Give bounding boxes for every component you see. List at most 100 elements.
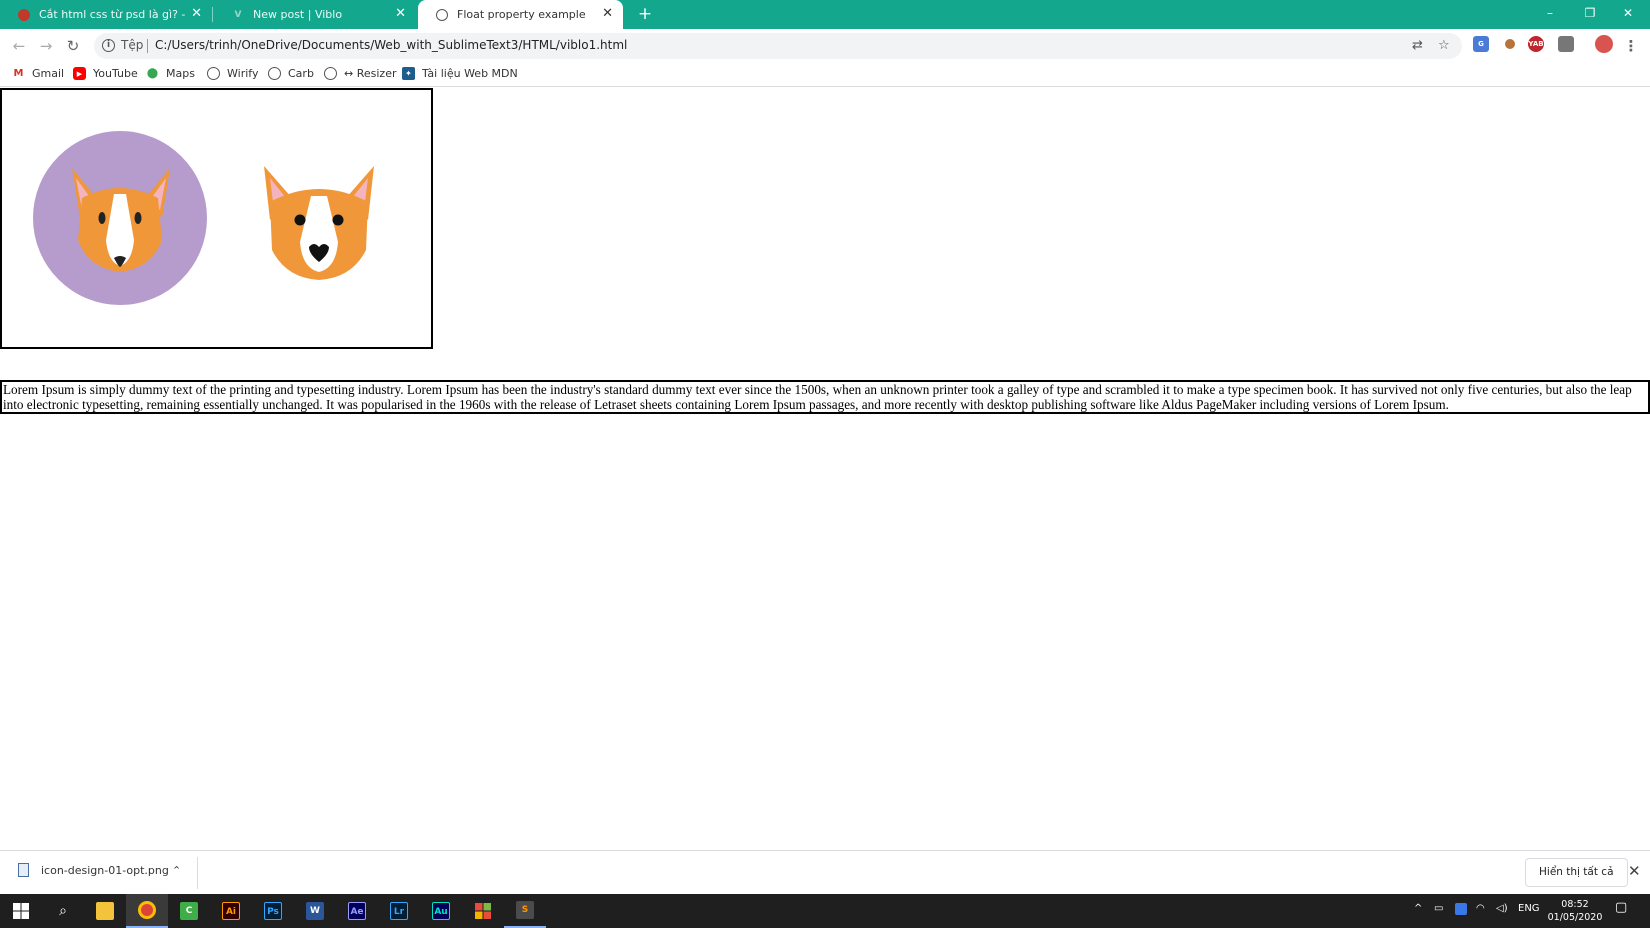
chevron-up-icon[interactable]: ⌃ bbox=[172, 864, 181, 877]
taskbar-app-sublime-text[interactable]: S bbox=[504, 894, 546, 928]
corgi-circle-icon bbox=[33, 131, 207, 305]
taskbar-app-chrome[interactable] bbox=[126, 894, 168, 928]
photoshop-icon: Ps bbox=[264, 902, 282, 920]
download-divider bbox=[197, 857, 198, 889]
bookmark-mdn[interactable]: ✦ Tài liệu Web MDN bbox=[402, 67, 518, 80]
lorem-paragraph: Lorem Ipsum is simply dummy text of the … bbox=[0, 380, 1650, 414]
bookmark-label: Carb bbox=[288, 67, 314, 80]
office-icon bbox=[475, 903, 491, 919]
download-item[interactable]: icon-design-01-opt.png bbox=[18, 863, 169, 877]
taskbar-app-word[interactable]: W bbox=[294, 894, 336, 928]
viblo-favicon-icon: V bbox=[234, 9, 242, 20]
bookmark-label: YouTube bbox=[93, 67, 138, 80]
omnibox-divider bbox=[147, 39, 148, 53]
taskbar-app-audition[interactable]: Au bbox=[420, 894, 462, 928]
after-effects-icon: Ae bbox=[348, 902, 366, 920]
reload-button[interactable]: ↻ bbox=[62, 35, 84, 57]
extension-icon[interactable] bbox=[1505, 39, 1515, 49]
word-icon: W bbox=[306, 902, 324, 920]
maximize-button[interactable]: ❐ bbox=[1572, 3, 1608, 23]
new-tab-button[interactable]: + bbox=[636, 5, 654, 23]
close-tab-icon[interactable]: ✕ bbox=[191, 7, 202, 21]
bookmark-label: Wirify bbox=[227, 67, 259, 80]
bookmark-youtube[interactable]: ▶ YouTube bbox=[73, 67, 138, 80]
search-icon: ⌕ bbox=[59, 903, 67, 919]
illustrator-icon: Ai bbox=[222, 902, 240, 920]
close-tab-icon[interactable]: ✕ bbox=[602, 7, 613, 21]
wifi-icon[interactable]: ◠ bbox=[1476, 903, 1485, 914]
page-viewport: Lorem Ipsum is simply dummy text of the … bbox=[0, 88, 1650, 850]
show-all-downloads-button[interactable]: Hiển thị tất cả bbox=[1525, 858, 1628, 887]
taskbar-app-after-effects[interactable]: Ae bbox=[336, 894, 378, 928]
bookmark-carb[interactable]: Carb bbox=[268, 67, 314, 80]
globe-icon bbox=[207, 67, 220, 80]
tab-strip: Cắt html css từ psd là gì? - Học lậ ✕ V … bbox=[0, 0, 1650, 29]
extension-puzzle-icon[interactable] bbox=[1558, 36, 1574, 52]
taskbar-app-lightroom[interactable]: Lr bbox=[378, 894, 420, 928]
tab-3-active[interactable]: Float property example ✕ bbox=[418, 0, 623, 29]
bookmark-label: Maps bbox=[166, 67, 195, 80]
globe-icon bbox=[324, 67, 337, 80]
battery-icon[interactable]: ▭ bbox=[1434, 903, 1443, 914]
close-tab-icon[interactable]: ✕ bbox=[395, 7, 406, 21]
site-favicon-icon bbox=[18, 8, 30, 21]
close-window-button[interactable]: ✕ bbox=[1610, 3, 1646, 23]
taskbar-app-office[interactable] bbox=[462, 894, 504, 928]
youtube-icon: ▶ bbox=[73, 67, 86, 80]
tab-title: New post | Viblo bbox=[253, 8, 343, 21]
image-container bbox=[0, 88, 433, 349]
tab-divider bbox=[212, 7, 213, 22]
profile-avatar[interactable] bbox=[1595, 35, 1613, 53]
globe-icon bbox=[436, 8, 448, 21]
sublime-text-icon: S bbox=[516, 901, 534, 919]
browser-toolbar: ← → ↻ i Tệp C:/Users/trinh/OneDrive/Docu… bbox=[0, 29, 1650, 62]
bookmark-resizer[interactable]: ↔ Resizer bbox=[324, 67, 396, 80]
clock-date: 01/05/2020 bbox=[1547, 912, 1603, 923]
back-button[interactable]: ← bbox=[8, 35, 30, 57]
translate-icon[interactable]: ⇄ bbox=[1412, 38, 1423, 54]
tab-1[interactable]: Cắt html css từ psd là gì? - Học lậ ✕ bbox=[0, 0, 212, 29]
audition-icon: Au bbox=[432, 902, 450, 920]
bookmark-gmail[interactable]: M Gmail bbox=[12, 67, 65, 80]
search-button[interactable]: ⌕ bbox=[42, 894, 84, 928]
language-indicator[interactable]: ENG bbox=[1518, 903, 1540, 914]
maps-icon: ⬤ bbox=[146, 68, 159, 79]
close-download-bar-icon[interactable]: ✕ bbox=[1628, 862, 1641, 880]
browser-chrome: Cắt html css từ psd là gì? - Học lậ ✕ V … bbox=[0, 0, 1650, 88]
chevron-up-icon[interactable]: ^ bbox=[1414, 903, 1422, 914]
tab-2[interactable]: V New post | Viblo ✕ bbox=[214, 0, 416, 29]
chrome-icon bbox=[138, 901, 156, 919]
forward-button[interactable]: → bbox=[35, 35, 57, 57]
scheme-label: Tệp bbox=[121, 38, 144, 52]
clock[interactable]: 08:52 01/05/2020 bbox=[1543, 898, 1607, 924]
yab-extension-icon[interactable]: YAB bbox=[1528, 36, 1544, 52]
download-file-name: icon-design-01-opt.png bbox=[41, 863, 169, 877]
taskbar-app-photoshop[interactable]: Ps bbox=[252, 894, 294, 928]
address-bar[interactable]: i Tệp C:/Users/trinh/OneDrive/Documents/… bbox=[94, 33, 1462, 59]
taskbar-app-illustrator[interactable]: Ai bbox=[210, 894, 252, 928]
folder-icon bbox=[96, 902, 114, 920]
url-text[interactable]: C:/Users/trinh/OneDrive/Documents/Web_wi… bbox=[155, 38, 627, 52]
notification-center-icon[interactable]: ▢ bbox=[1615, 900, 1627, 915]
info-icon[interactable]: i bbox=[102, 39, 115, 52]
windows-logo-icon bbox=[13, 903, 29, 919]
lightroom-icon: Lr bbox=[390, 902, 408, 920]
start-button[interactable] bbox=[0, 894, 42, 928]
star-bookmark-icon[interactable]: ☆ bbox=[1438, 38, 1450, 54]
taskbar-app-camtasia[interactable]: C bbox=[168, 894, 210, 928]
taskbar-app-file-explorer[interactable] bbox=[84, 894, 126, 928]
download-shelf: icon-design-01-opt.png ⌃ Hiển thị tất cả… bbox=[0, 850, 1650, 894]
file-image-icon bbox=[18, 863, 29, 877]
bookmark-label: Gmail bbox=[32, 67, 65, 80]
corgi-images bbox=[33, 131, 374, 305]
minimize-button[interactable]: – bbox=[1532, 3, 1568, 23]
app-tray-icon[interactable] bbox=[1455, 903, 1467, 915]
bookmark-label: Tài liệu Web MDN bbox=[422, 67, 518, 80]
volume-icon[interactable]: ◁) bbox=[1496, 903, 1508, 914]
menu-kebab-icon[interactable]: ⋮ bbox=[1620, 35, 1642, 57]
clock-time: 08:52 bbox=[1561, 899, 1589, 910]
bookmark-maps[interactable]: ⬤ Maps bbox=[146, 67, 195, 80]
bookmark-wirify[interactable]: Wirify bbox=[207, 67, 258, 80]
corgi-icon bbox=[264, 166, 374, 280]
google-translate-extension-icon[interactable]: G bbox=[1473, 36, 1489, 52]
